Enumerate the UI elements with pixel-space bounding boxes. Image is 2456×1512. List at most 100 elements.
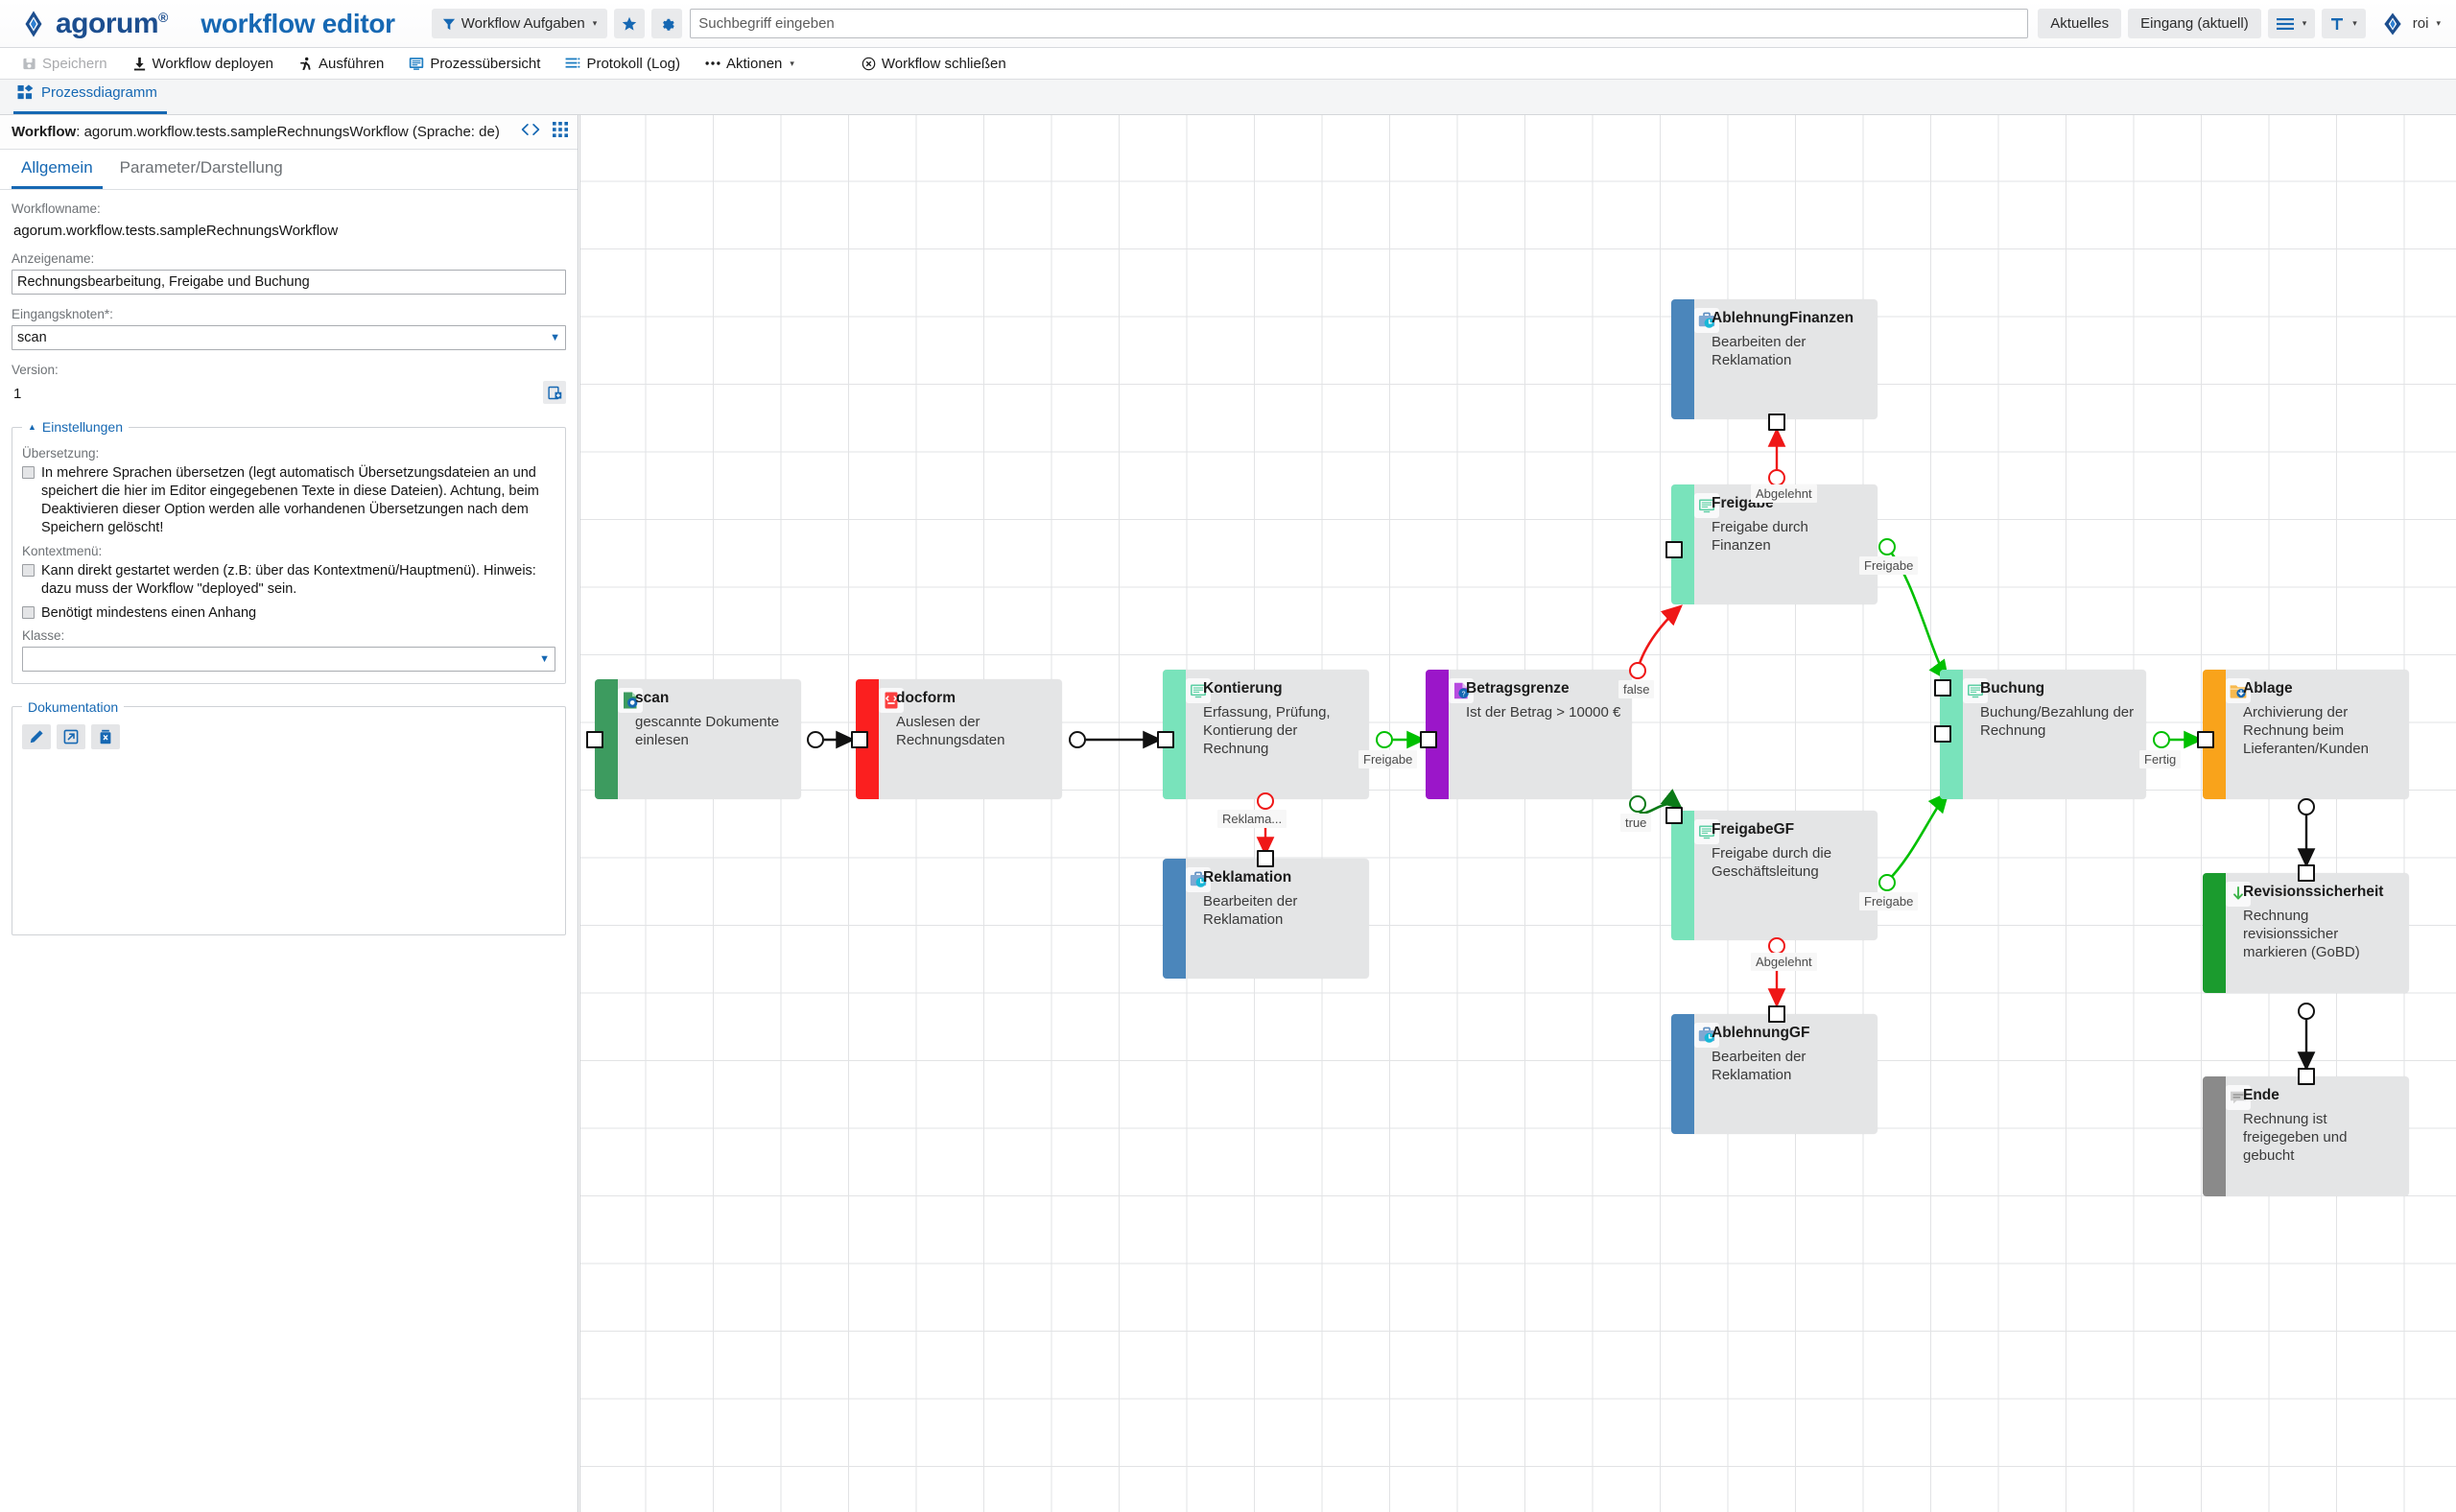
code-brackets-icon[interactable] bbox=[521, 123, 540, 141]
menu-item-prozessuebersicht[interactable]: Prozessübersicht bbox=[396, 48, 553, 80]
menu-item-ausfuehren[interactable]: Ausführen bbox=[286, 48, 396, 80]
port-revisionssicherheit-out[interactable] bbox=[2298, 1003, 2315, 1020]
menu-separator bbox=[807, 63, 849, 64]
edge-label-freigabe-buchung: Freigabe bbox=[1859, 556, 1919, 575]
edge-label-buchung-ablage: Fertig bbox=[2139, 750, 2182, 768]
workflowname-value: agorum.workflow.tests.sampleRechnungsWor… bbox=[13, 223, 339, 239]
node-buchung[interactable]: Buchung Buchung/Bezahlung der Rechnung bbox=[1934, 670, 2146, 799]
node-description: Auslesen der Rechnungsdaten bbox=[896, 714, 1005, 749]
menu-item-speichern[interactable]: Speichern bbox=[10, 48, 120, 80]
port-scan-out[interactable] bbox=[807, 731, 824, 748]
node-header: AblehnungGF bbox=[1712, 1025, 1868, 1041]
port-ablage-out[interactable] bbox=[2298, 798, 2315, 815]
node-title: Kontierung bbox=[1203, 680, 1283, 697]
favorites-button[interactable] bbox=[614, 9, 646, 38]
kontextmenue-checkbox[interactable] bbox=[22, 563, 35, 577]
anzeigename-input[interactable] bbox=[12, 270, 566, 295]
node-input-port[interactable] bbox=[1768, 1005, 1785, 1023]
text-menu-button[interactable]: ▾ bbox=[2322, 9, 2366, 38]
settings-button[interactable] bbox=[651, 9, 683, 38]
node-docform[interactable]: docform Auslesen der Rechnungsdaten bbox=[851, 679, 1062, 799]
node-reklamation[interactable]: Reklamation Bearbeiten der Reklamation bbox=[1163, 850, 1369, 979]
klasse-select[interactable]: ▼ bbox=[22, 646, 555, 672]
node-header: AblehnungFinanzen bbox=[1712, 310, 1868, 326]
menu-item-protokoll[interactable]: Protokoll (Log) bbox=[553, 48, 693, 80]
node-input-port-bottom[interactable] bbox=[1934, 725, 1951, 743]
node-description: Bearbeiten der Reklamation bbox=[1712, 334, 1807, 369]
node-revisionssicherheit[interactable]: Revisionssicherheit Rechnung revisionssi… bbox=[2203, 864, 2409, 993]
node-input-port[interactable] bbox=[2298, 1068, 2315, 1085]
brand-registered-mark: ® bbox=[158, 9, 169, 25]
kontextmenue-label: Kontextmenü: bbox=[22, 543, 103, 558]
close-circle-icon bbox=[862, 57, 876, 70]
port-kontierung-reklamation[interactable] bbox=[1257, 792, 1274, 810]
diagram-canvas-container[interactable]: scan gescannte Dokumente einlesen docfor… bbox=[579, 115, 2456, 1512]
panel-tab-allgemein[interactable]: Allgemein bbox=[12, 150, 103, 189]
port-betragsgrenze-false[interactable] bbox=[1629, 662, 1646, 679]
eingangsknoten-select[interactable]: scan ▼ bbox=[12, 325, 566, 350]
node-ablehnungfinanzen[interactable]: AblehnungFinanzen Bearbeiten der Reklama… bbox=[1671, 299, 1877, 431]
log-lines-icon bbox=[566, 58, 580, 68]
node-input-port[interactable] bbox=[586, 731, 603, 748]
user-menu[interactable]: roi ▾ bbox=[2373, 12, 2441, 36]
node-input-port-top[interactable] bbox=[1934, 679, 1951, 697]
node-ablage[interactable]: Ablage Archivierung der Rechnung beim Li… bbox=[2197, 670, 2409, 799]
node-input-port[interactable] bbox=[2197, 731, 2214, 748]
dokumentation-legend-label: Dokumentation bbox=[28, 698, 119, 715]
port-betragsgrenze-true[interactable] bbox=[1629, 795, 1646, 813]
port-freigabe-freigabe[interactable] bbox=[1878, 538, 1896, 555]
node-input-port[interactable] bbox=[1157, 731, 1174, 748]
doc-delete-button[interactable] bbox=[91, 723, 120, 749]
tab-prozessdiagramm[interactable]: Prozessdiagramm bbox=[13, 80, 167, 114]
top-bar: agorum ® workflow editor Workflow Aufgab… bbox=[0, 0, 2456, 48]
node-kontierung[interactable]: Kontierung Erfassung, Prüfung, Kontierun… bbox=[1157, 670, 1369, 799]
inbox-button[interactable]: Eingang (aktuell) bbox=[2128, 9, 2261, 38]
eingangsknoten-selected-value: scan bbox=[17, 330, 47, 345]
diagram-canvas[interactable]: scan gescannte Dokumente einlesen docfor… bbox=[579, 115, 2456, 1512]
kontextmenue-checkbox-row[interactable]: Kann direkt gestartet werden (z.B: über … bbox=[22, 562, 555, 599]
node-freigabegf[interactable]: FreigabeGF Freigabe durch die Geschäftsl… bbox=[1665, 807, 1877, 940]
node-ende[interactable]: Ende Rechnung ist freigegeben und gebuch… bbox=[2203, 1068, 2409, 1196]
node-description: Rechnung ist freigegeben und gebucht bbox=[2243, 1111, 2348, 1165]
node-input-port[interactable] bbox=[1665, 541, 1683, 558]
menu-item-workflow-deployen[interactable]: Workflow deployen bbox=[120, 48, 286, 80]
panel-header-prefix: Workflow bbox=[12, 124, 77, 140]
app-title: workflow editor bbox=[201, 8, 395, 38]
brand-logo-area[interactable]: agorum ® bbox=[17, 8, 168, 40]
port-kontierung-freigabe[interactable] bbox=[1376, 731, 1393, 748]
port-buchung-fertig[interactable] bbox=[2153, 731, 2170, 748]
doc-open-button[interactable] bbox=[57, 723, 85, 749]
grid-dots-icon[interactable] bbox=[553, 122, 568, 142]
uebersetzung-checkbox-row[interactable]: In mehrere Sprachen übersetzen (legt aut… bbox=[22, 464, 555, 538]
node-input-port[interactable] bbox=[1257, 850, 1274, 867]
doc-edit-button[interactable] bbox=[22, 723, 51, 749]
node-input-port[interactable] bbox=[2298, 864, 2315, 882]
list-menu-button[interactable]: ▾ bbox=[2267, 9, 2316, 38]
dokumentation-content[interactable] bbox=[22, 755, 555, 923]
panel-tab-parameter-darstellung[interactable]: Parameter/Darstellung bbox=[110, 150, 293, 189]
node-description: Bearbeiten der Reklamation bbox=[1203, 893, 1298, 929]
node-input-port[interactable] bbox=[1768, 413, 1785, 431]
node-input-port[interactable] bbox=[851, 731, 868, 748]
port-docform-out[interactable] bbox=[1069, 731, 1086, 748]
anhang-checkbox[interactable] bbox=[22, 605, 35, 619]
node-betragsgrenze[interactable]: ? Betragsgrenze Ist der Betrag > 10000 € bbox=[1420, 670, 1632, 799]
node-input-port[interactable] bbox=[1420, 731, 1437, 748]
node-scan[interactable]: scan gescannte Dokumente einlesen bbox=[586, 679, 801, 799]
search-input[interactable] bbox=[690, 9, 2029, 38]
gear-icon bbox=[663, 18, 674, 31]
workflow-tasks-button[interactable]: Workflow Aufgaben ▾ bbox=[431, 9, 608, 38]
node-ablehnunggf[interactable]: AblehnungGF Bearbeiten der Reklamation bbox=[1671, 1005, 1877, 1134]
uebersetzung-checkbox[interactable] bbox=[22, 466, 35, 479]
port-freigabegf-freigabe[interactable] bbox=[1878, 874, 1896, 891]
anhang-checkbox-row[interactable]: Benötigt mindestens einen Anhang bbox=[22, 604, 555, 623]
current-button[interactable]: Aktuelles bbox=[2038, 9, 2122, 38]
node-title: Betragsgrenze bbox=[1466, 680, 1570, 697]
einstellungen-legend[interactable]: ▲ Einstellungen bbox=[22, 419, 129, 435]
panel-tabs: Allgemein Parameter/Darstellung bbox=[0, 150, 578, 190]
new-version-button[interactable] bbox=[543, 381, 566, 404]
menu-item-workflow-schliessen[interactable]: Workflow schließen bbox=[849, 48, 1019, 80]
menu-item-aktionen[interactable]: Aktionen ▾ bbox=[693, 48, 807, 80]
node-input-port[interactable] bbox=[1665, 807, 1683, 824]
node-description: Ist der Betrag > 10000 € bbox=[1466, 704, 1621, 721]
